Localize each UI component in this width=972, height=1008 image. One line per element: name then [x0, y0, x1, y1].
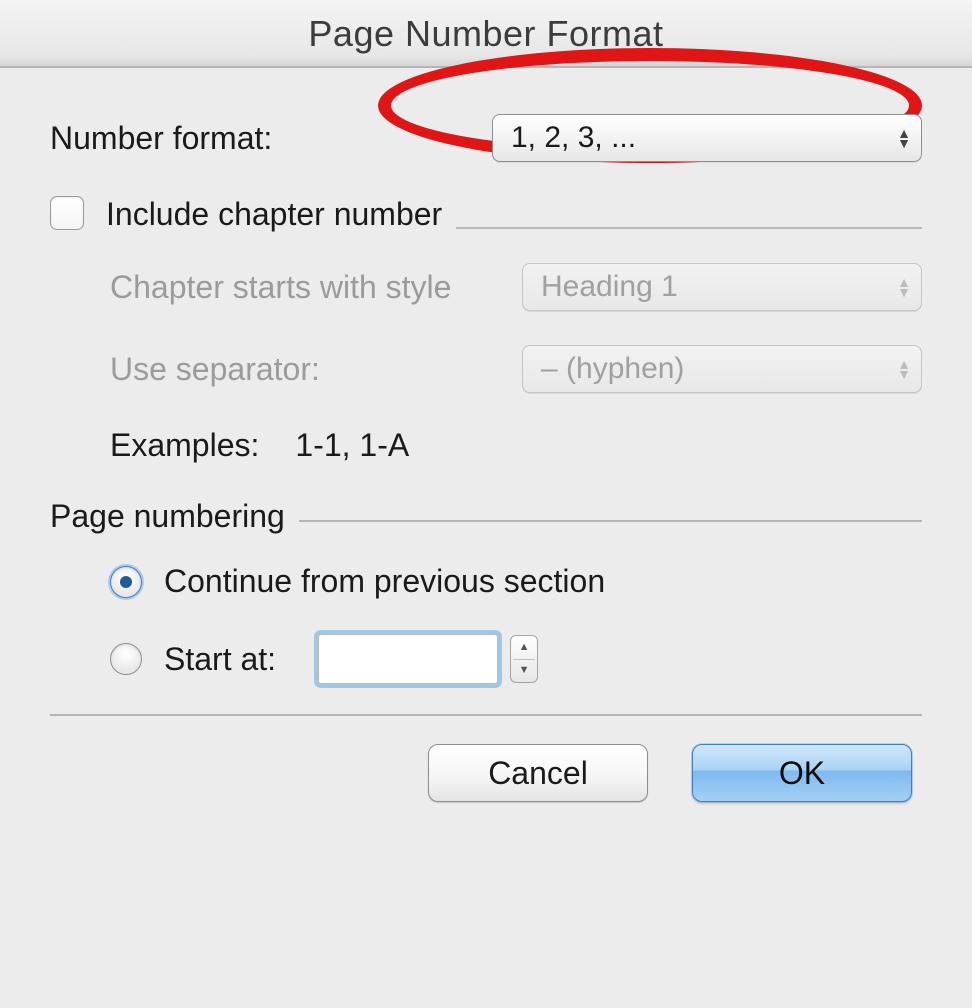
- chapter-style-value: Heading 1: [541, 270, 678, 304]
- number-format-label: Number format:: [50, 120, 272, 157]
- start-at-label: Start at:: [164, 641, 276, 678]
- continue-radio[interactable]: [110, 566, 142, 598]
- examples-label: Examples:: [110, 427, 259, 464]
- chevron-updown-icon: [895, 277, 913, 297]
- include-chapter-label: Include chapter number: [106, 196, 442, 233]
- use-separator-value: – (hyphen): [541, 352, 684, 386]
- chapter-style-label: Chapter starts with style: [110, 269, 451, 306]
- dialog-title: Page Number Format: [0, 0, 972, 68]
- divider: [456, 227, 922, 229]
- cancel-button[interactable]: Cancel: [428, 744, 648, 802]
- examples-value: 1-1, 1-A: [295, 427, 409, 464]
- include-chapter-checkbox[interactable]: [50, 196, 84, 230]
- divider: [50, 714, 922, 716]
- use-separator-dropdown: – (hyphen): [522, 345, 922, 393]
- continue-label: Continue from previous section: [164, 563, 605, 600]
- number-format-dropdown[interactable]: 1, 2, 3, ...: [492, 114, 922, 162]
- ok-button[interactable]: OK: [692, 744, 912, 802]
- chevron-updown-icon: [895, 128, 913, 148]
- page-numbering-header: Page numbering: [50, 498, 285, 535]
- number-format-value: 1, 2, 3, ...: [511, 121, 636, 155]
- start-at-stepper[interactable]: [510, 635, 538, 683]
- start-at-input[interactable]: [318, 634, 498, 684]
- chevron-updown-icon: [895, 359, 913, 379]
- use-separator-label: Use separator:: [110, 351, 320, 388]
- start-at-radio[interactable]: [110, 643, 142, 675]
- divider: [299, 520, 922, 522]
- chapter-style-dropdown: Heading 1: [522, 263, 922, 311]
